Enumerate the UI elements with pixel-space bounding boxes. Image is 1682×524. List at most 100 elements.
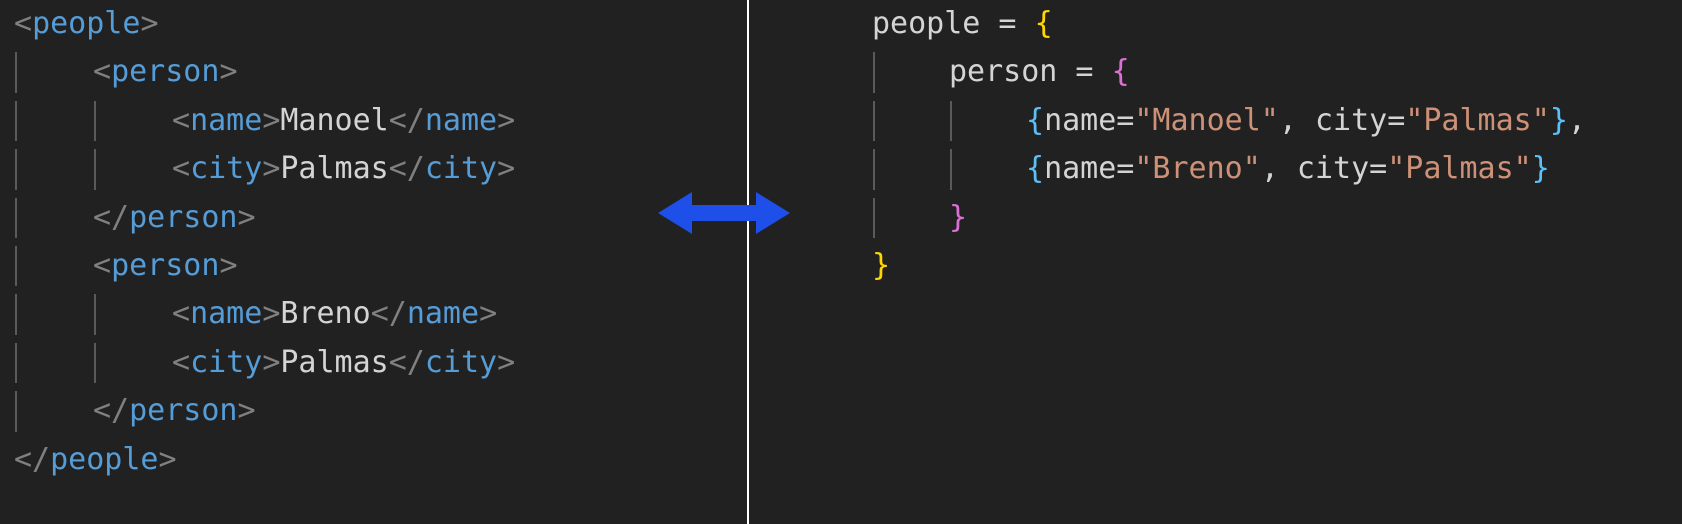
code-token: </ — [388, 102, 425, 138]
code-token: </ — [14, 441, 51, 477]
code-line: people = { — [872, 0, 1682, 48]
indent-guide — [15, 342, 17, 384]
code-token: name= — [1044, 151, 1135, 187]
code-token: city — [424, 151, 498, 187]
code-token: < — [93, 54, 112, 90]
code-token: people — [32, 6, 141, 41]
code-line: <person> — [14, 242, 747, 290]
code-token: } — [872, 247, 891, 283]
code-token: { — [1026, 151, 1045, 187]
code-token: > — [262, 102, 281, 138]
indent-guide — [950, 100, 952, 142]
indent-guide — [94, 149, 96, 190]
code-token: > — [497, 151, 516, 187]
code-token: city — [190, 344, 263, 380]
code-line: person = { — [872, 48, 1682, 96]
xml-code-lines: <people> <person> <name>Manoel</name> <city… — [0, 0, 747, 484]
code-token: < — [172, 344, 191, 380]
code-token: name — [190, 296, 263, 332]
code-token: "Palmas" — [1405, 102, 1550, 138]
code-token: "Breno" — [1134, 151, 1261, 187]
code-token: > — [479, 296, 498, 332]
code-line: <city>Palmas</city> — [14, 145, 747, 193]
code-token: city — [424, 344, 498, 380]
code-token: , — [1567, 102, 1586, 138]
indent-guide — [15, 246, 17, 287]
code-token: person — [129, 393, 238, 429]
code-token: > — [497, 344, 516, 380]
code-token: name — [190, 102, 263, 138]
code-token: name — [424, 102, 498, 138]
code-token: , city= — [1260, 151, 1388, 187]
code-token: > — [140, 6, 159, 41]
code-token: > — [219, 247, 238, 283]
code-token: > — [158, 441, 177, 477]
code-line: } — [872, 194, 1682, 242]
indent-guide — [94, 100, 96, 142]
code-token: > — [262, 296, 281, 332]
code-token: < — [14, 6, 33, 41]
code-token: Palmas — [280, 344, 389, 380]
code-line: {name="Breno", city="Palmas"} — [872, 145, 1682, 193]
code-token: Manoel — [280, 102, 389, 138]
object-code-panel: people = {person = {{name="Manoel", city… — [748, 0, 1682, 524]
object-code-lines: people = {person = {{name="Manoel", city… — [748, 0, 1682, 290]
code-token: city — [190, 151, 263, 187]
indent-guide — [94, 294, 96, 335]
code-token: person — [129, 199, 238, 235]
code-token: </ — [370, 296, 407, 332]
indent-guide — [950, 149, 952, 190]
code-token: </ — [388, 344, 425, 380]
code-line: <person> — [14, 48, 747, 96]
indent-guide — [873, 149, 875, 190]
code-comparison-figure: <people> <person> <name>Manoel</name> <city… — [0, 0, 1682, 524]
code-token: < — [93, 247, 112, 283]
code-token: person — [111, 54, 220, 90]
code-line: <name>Breno</name> — [14, 290, 747, 338]
indent-guide — [94, 342, 96, 384]
code-token: { — [1026, 102, 1045, 138]
code-line: </person> — [14, 387, 747, 435]
indent-guide — [15, 149, 17, 190]
code-line: {name="Manoel", city="Palmas"}, — [872, 97, 1682, 145]
code-token: < — [172, 151, 191, 187]
code-token: </ — [93, 199, 130, 235]
code-token: > — [237, 199, 256, 235]
code-token: < — [172, 296, 191, 332]
indent-guide — [873, 197, 875, 238]
code-token: people = — [872, 6, 1035, 41]
code-token: } — [1531, 151, 1550, 187]
code-line: <people> — [14, 0, 747, 48]
code-line: </person> — [14, 194, 747, 242]
code-token: Palmas — [280, 151, 389, 187]
code-token: } — [949, 199, 968, 235]
code-token: > — [262, 344, 281, 380]
indent-guide — [873, 52, 875, 93]
indent-guide — [873, 100, 875, 142]
code-token: > — [237, 393, 256, 429]
indent-guide — [15, 391, 17, 432]
code-token: </ — [93, 393, 130, 429]
code-token: person = — [949, 54, 1112, 90]
code-line: } — [872, 242, 1682, 290]
code-token: person — [111, 247, 220, 283]
code-token: > — [262, 151, 281, 187]
indent-guide — [15, 100, 17, 142]
code-token: name= — [1044, 102, 1135, 138]
code-token: name — [406, 296, 480, 332]
xml-code-panel: <people> <person> <name>Manoel</name> <city… — [0, 0, 747, 524]
panel-divider — [747, 0, 749, 524]
code-line: </people> — [14, 436, 747, 484]
code-token: < — [172, 102, 191, 138]
code-token: </ — [388, 151, 425, 187]
code-line: <city>Palmas</city> — [14, 339, 747, 387]
code-token: { — [1034, 6, 1053, 41]
code-token: Breno — [280, 296, 371, 332]
bidirectional-arrow-icon — [658, 186, 790, 240]
code-line: <name>Manoel</name> — [14, 97, 747, 145]
code-token: , city= — [1278, 102, 1406, 138]
code-token: > — [219, 54, 238, 90]
code-token: } — [1549, 102, 1568, 138]
code-token: "Palmas" — [1387, 151, 1532, 187]
indent-guide — [15, 197, 17, 238]
